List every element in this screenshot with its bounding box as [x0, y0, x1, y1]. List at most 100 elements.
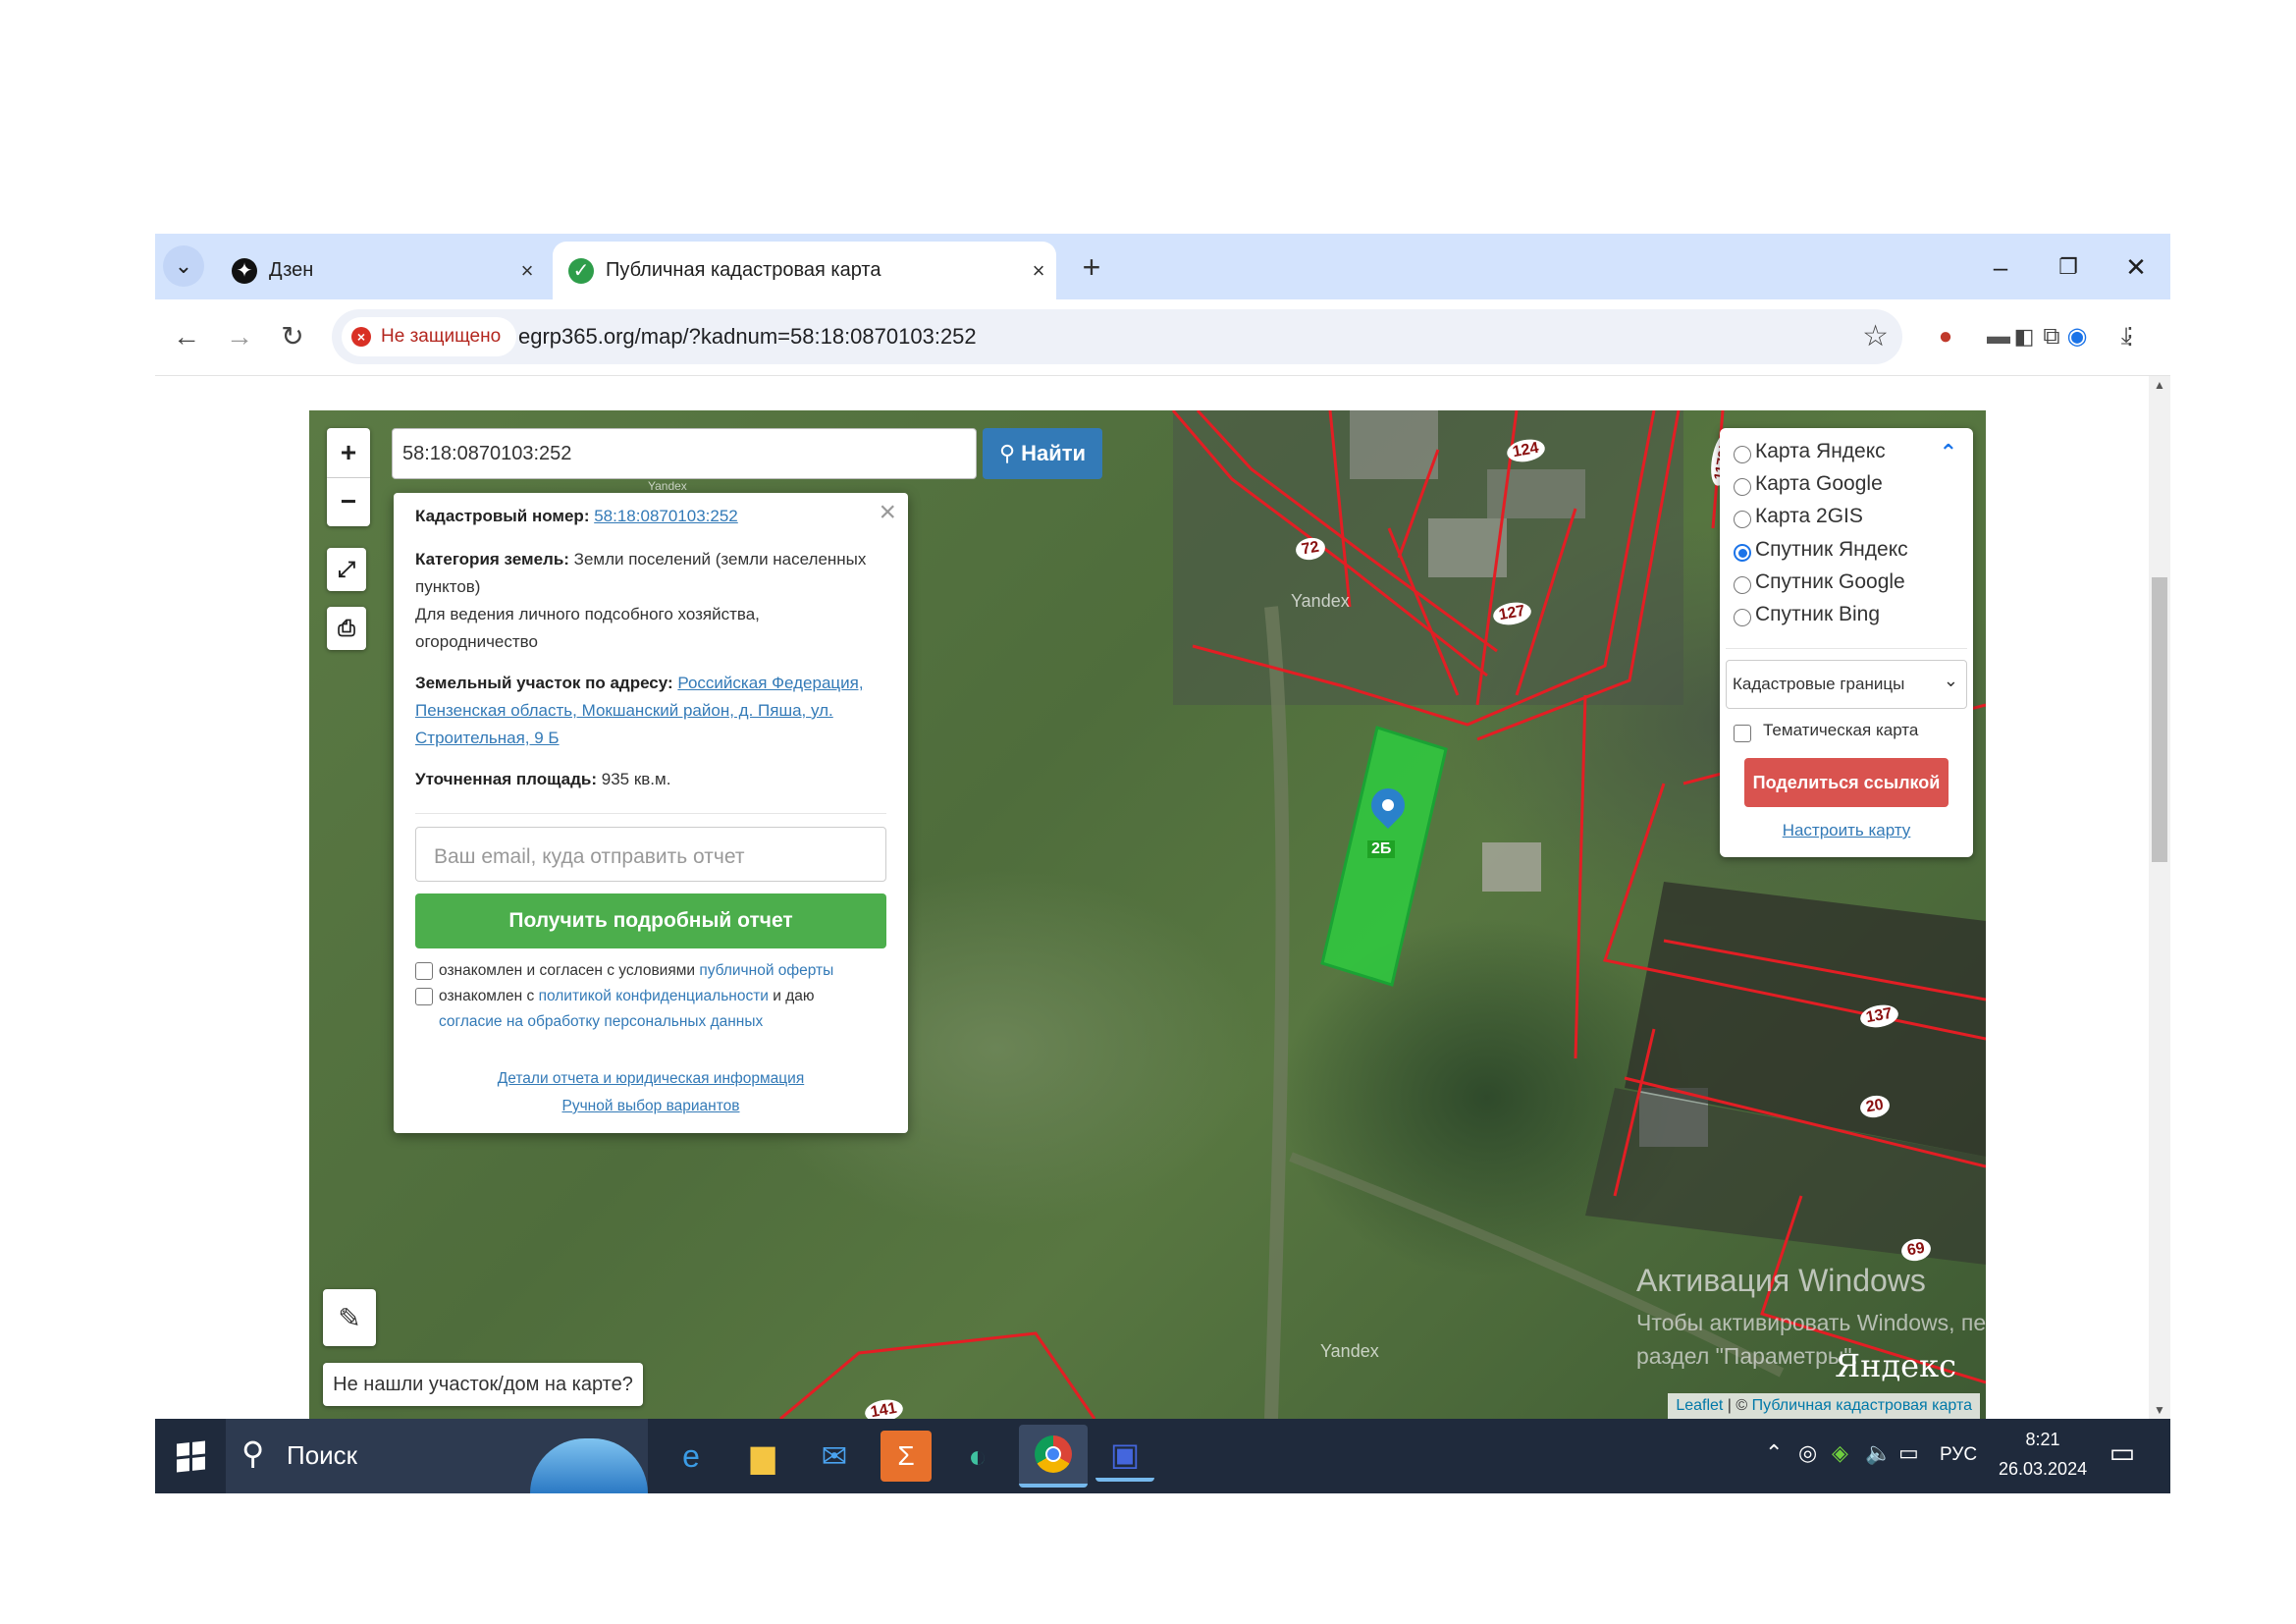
leaflet-link[interactable]: Leaflet: [1676, 1397, 1723, 1414]
notifications-icon[interactable]: ▭: [2103, 1436, 2142, 1476]
get-report-button[interactable]: Получить подробный отчет: [415, 893, 886, 948]
taskbar-search-label: Поиск: [287, 1440, 358, 1470]
network-icon[interactable]: ▭: [1898, 1440, 1919, 1466]
antivirus-icon[interactable]: ◈: [1832, 1440, 1848, 1466]
area-value: 935 кв.м.: [601, 770, 671, 788]
zoom-out-button[interactable]: −: [327, 478, 370, 527]
privacy-policy-link[interactable]: политикой конфиденциальности: [539, 988, 769, 1004]
land-category-row: Категория земель: Земли поселений (земли…: [415, 546, 886, 601]
map-attribution: Leaflet | © Публичная кадастровая карта: [1668, 1393, 1980, 1419]
start-button[interactable]: [155, 1419, 226, 1493]
dzen-favicon-icon: ✦: [232, 257, 257, 284]
overlay-select[interactable]: Кадастровые границы ⌄: [1726, 660, 1967, 709]
plot-info-popup: × Кадастровый номер: 58:18:0870103:252 К…: [394, 493, 908, 1133]
thematic-map-label: Тематическая карта: [1763, 721, 1919, 739]
chrome-icon[interactable]: [1019, 1425, 1088, 1488]
save-floppy-icon[interactable]: ▣: [1095, 1431, 1154, 1482]
restore-icon[interactable]: ❐: [2046, 245, 2091, 289]
address-bar[interactable]: × Не защищено egrp365.org/map/?kadnum=58…: [332, 309, 1902, 364]
extension-ladybug-icon[interactable]: ●: [1928, 319, 1963, 354]
cadastral-number-row: Кадастровый номер: 58:18:0870103:252: [415, 503, 886, 530]
close-window-icon[interactable]: ✕: [2113, 245, 2159, 289]
zoom-in-button[interactable]: +: [327, 428, 370, 478]
yandex-logo: Яндекс: [1835, 1347, 1956, 1384]
tab-strip: ⌄ ✦ Дзен × ✓ Публичная кадастровая карта…: [155, 234, 2170, 299]
tab-search-button[interactable]: ⌄: [163, 245, 204, 287]
scroll-up-icon[interactable]: ▲: [2154, 378, 2165, 392]
chevron-up-icon[interactable]: ⌃: [1940, 440, 1957, 465]
new-tab-button[interactable]: +: [1072, 247, 1111, 287]
address-row: Земельный участок по адресу: Российская …: [415, 670, 886, 752]
meet-now-icon[interactable]: ◎: [1798, 1440, 1817, 1466]
yandex-tile-text: Yandex: [648, 479, 687, 493]
area-label: Уточненная площадь:: [415, 770, 597, 788]
public-offer-link[interactable]: публичной оферты: [699, 962, 833, 979]
pkk-link[interactable]: Публичная кадастровая карта: [1752, 1397, 1972, 1414]
layers-panel: ⌃ Карта Яндекс Карта Google Карта 2GIS С…: [1720, 428, 1973, 857]
offer-consent-checkbox[interactable]: [415, 962, 433, 980]
address-label: Земельный участок по адресу:: [415, 674, 673, 692]
search-icon: ⚲: [998, 441, 1016, 465]
personal-data-consent-link[interactable]: согласие на обработку персональных данны…: [439, 1013, 763, 1030]
chevron-up-icon[interactable]: ⌃: [1765, 1440, 1783, 1466]
scroll-down-icon[interactable]: ▼: [2154, 1403, 2165, 1417]
tab-title: Публичная кадастровая карта: [606, 259, 881, 281]
ruler-icon[interactable]: ✎: [323, 1289, 376, 1346]
configure-map-link[interactable]: Настроить карту: [1720, 821, 1973, 840]
profile-avatar-icon[interactable]: ◉: [2059, 319, 2095, 354]
minimize-icon[interactable]: –: [1978, 245, 2023, 289]
manual-selection-link[interactable]: Ручной выбор вариантов: [561, 1098, 739, 1114]
search-icon: ⚲: [241, 1435, 265, 1471]
tab-close-icon[interactable]: ×: [509, 258, 545, 284]
cadastral-map[interactable]: 124 72 127 1172/3 137 20 69 141 2Б Yande…: [309, 410, 1986, 1419]
road: [1264, 606, 1290, 1419]
cadastral-number-link[interactable]: 58:18:0870103:252: [594, 507, 738, 525]
mail-icon[interactable]: ✉: [809, 1431, 860, 1482]
find-button-label: Найти: [1021, 441, 1087, 465]
windows-activation-title: Активация Windows: [1636, 1263, 1926, 1298]
print-icon[interactable]: ⎙: [327, 607, 366, 650]
marker-plot-label: 2Б: [1367, 840, 1396, 858]
privacy-consent-checkbox[interactable]: [415, 988, 433, 1005]
building: [1350, 410, 1438, 479]
clock[interactable]: 8:21 26.03.2024: [1999, 1425, 2087, 1484]
yandex-tile-text: Yandex: [1291, 591, 1350, 611]
forward-arrow-icon[interactable]: →: [220, 317, 259, 356]
offer-consent-text: ознакомлен и согласен с условиями публич…: [439, 962, 834, 979]
chevron-down-icon: ⌄: [1943, 671, 1958, 690]
details-link-row: Детали отчета и юридическая информация: [415, 1066, 886, 1092]
bookmark-star-icon[interactable]: ☆: [1862, 319, 1889, 353]
checkmark-favicon-icon: ✓: [568, 257, 594, 284]
file-explorer-icon[interactable]: ▆: [737, 1431, 788, 1482]
tab-cadastral-map[interactable]: ✓ Публичная кадастровая карта ×: [553, 242, 1056, 299]
divider: [1726, 648, 1967, 649]
tab-title: Дзен: [269, 259, 314, 281]
email-input[interactable]: Ваш email, куда отправить отчет: [415, 827, 886, 882]
reload-icon[interactable]: ↻: [273, 317, 312, 356]
find-button[interactable]: ⚲ Найти: [983, 428, 1102, 479]
not-found-button[interactable]: Не нашли участок/дом на карте?: [323, 1363, 643, 1406]
edge-browser-icon[interactable]: ◐: [952, 1431, 1003, 1482]
thematic-map-checkbox[interactable]: [1734, 725, 1751, 742]
cadastral-search-input[interactable]: 58:18:0870103:252: [392, 428, 977, 479]
language-indicator[interactable]: РУС: [1940, 1444, 1977, 1466]
side-panel-icon[interactable]: ◧: [2006, 319, 2042, 354]
tab-dzen[interactable]: ✦ Дзен ×: [216, 242, 545, 299]
windows-logo-icon: [176, 1439, 205, 1473]
fullscreen-icon[interactable]: ⤢: [327, 548, 366, 591]
yandex-tile-text: Yandex: [1320, 1341, 1379, 1361]
url-text[interactable]: egrp365.org/map/?kadnum=58:18:0870103:25…: [518, 324, 977, 350]
internet-explorer-icon[interactable]: e: [666, 1431, 717, 1482]
land-use-value: Для ведения личного подсобного хозяйства…: [415, 605, 760, 651]
scrollbar-thumb[interactable]: [2152, 577, 2167, 862]
back-arrow-icon[interactable]: ←: [167, 317, 206, 356]
security-indicator[interactable]: × Не защищено: [342, 317, 517, 356]
tab-close-icon[interactable]: ×: [1021, 258, 1056, 284]
vertical-scrollbar[interactable]: ▲ ▼: [2149, 376, 2170, 1419]
report-details-link[interactable]: Детали отчета и юридическая информация: [498, 1070, 804, 1087]
menu-kebab-icon[interactable]: ⋮: [2112, 319, 2148, 354]
calculator-sum-icon[interactable]: Σ: [881, 1431, 932, 1482]
taskbar-search[interactable]: ⚲ Поиск: [226, 1419, 648, 1493]
share-link-button[interactable]: Поделиться ссылкой: [1744, 758, 1949, 807]
volume-icon[interactable]: 🔈: [1865, 1440, 1892, 1466]
